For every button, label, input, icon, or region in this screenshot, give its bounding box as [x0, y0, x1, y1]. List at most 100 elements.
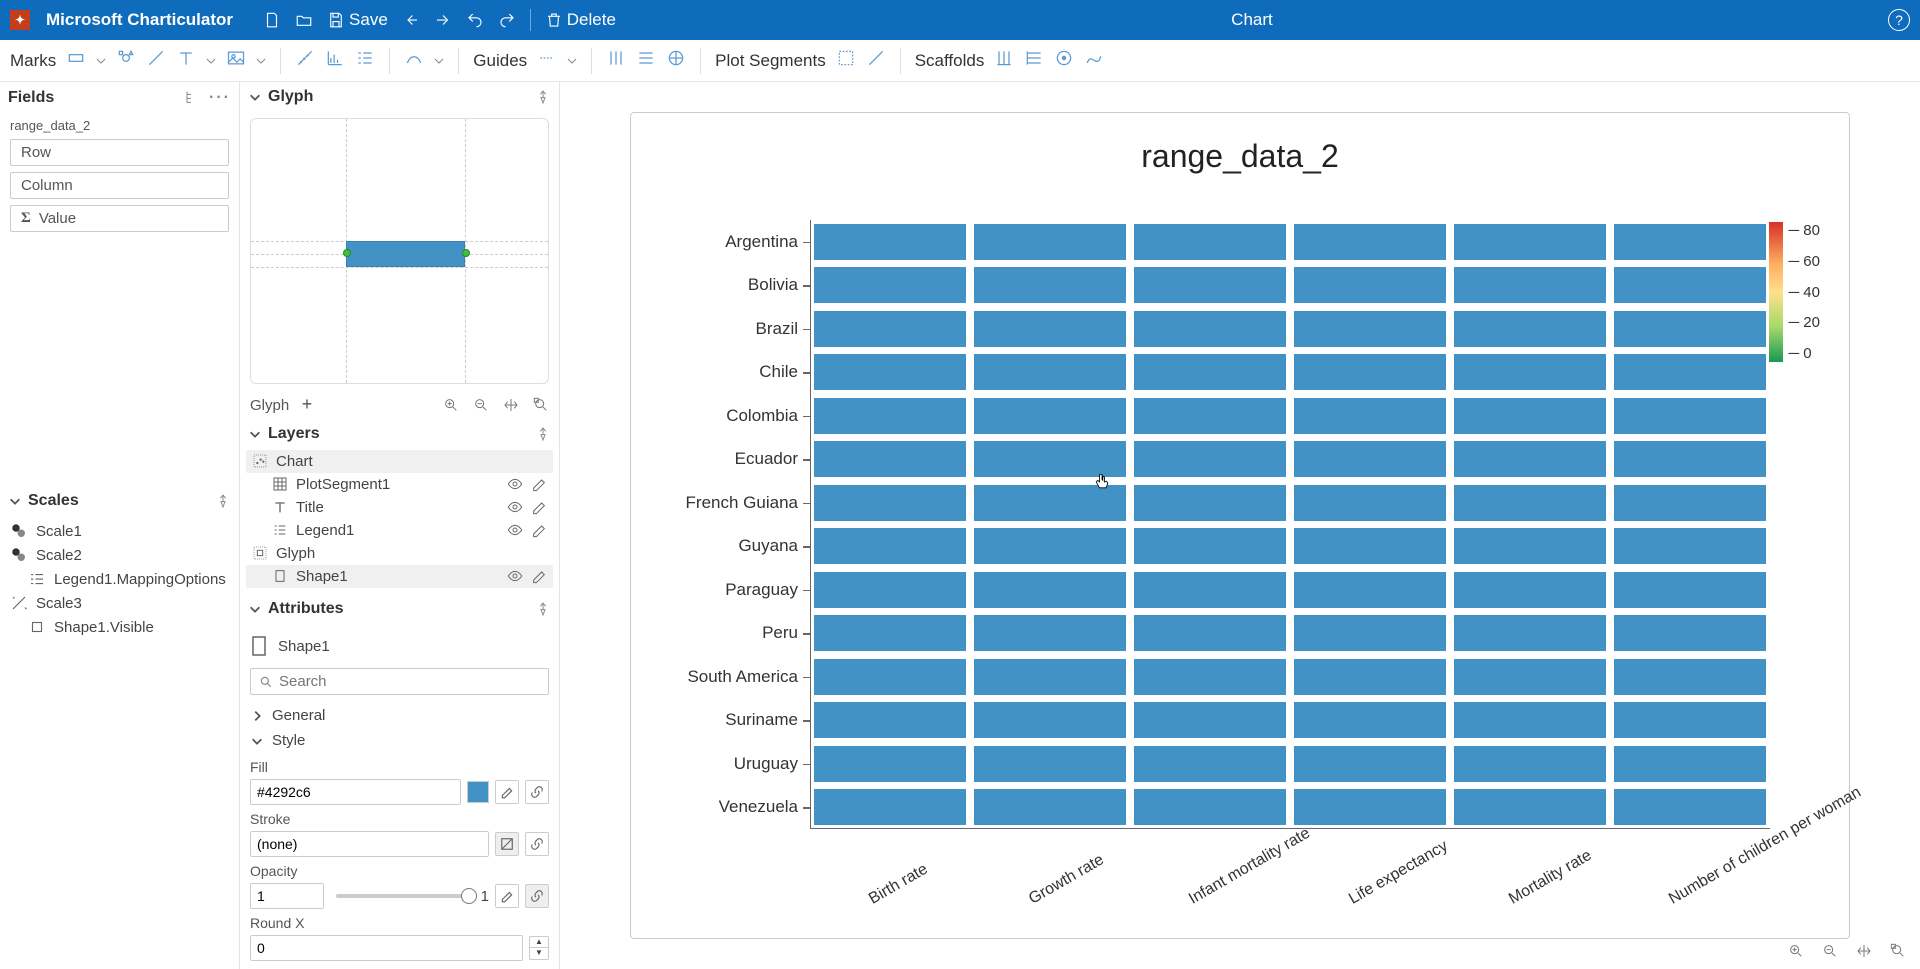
color-legend[interactable]: ─ 80─ 60─ 40─ 20─ 0 — [1769, 222, 1820, 362]
visibility-icon[interactable] — [507, 568, 523, 584]
heatmap-cell[interactable] — [1454, 485, 1606, 521]
symbol-mark-button[interactable] — [116, 48, 136, 73]
opacity-slider[interactable] — [336, 894, 469, 898]
heatmap-cell[interactable] — [974, 311, 1126, 347]
heatmap-cell[interactable] — [1454, 354, 1606, 390]
glyph-panel-header[interactable]: Glyph — [240, 82, 559, 112]
attribute-search[interactable] — [250, 668, 549, 695]
guide-x-button[interactable] — [606, 48, 626, 73]
heatmap-cell[interactable] — [974, 224, 1126, 260]
erase-icon[interactable] — [531, 476, 547, 492]
heatmap-cell[interactable] — [1294, 398, 1446, 434]
heatmap-cell[interactable] — [974, 746, 1126, 782]
rect-mark-button[interactable] — [66, 48, 86, 73]
layer-row[interactable]: Glyph — [246, 542, 553, 565]
style-section[interactable]: Style — [250, 728, 549, 753]
roundx-step-down[interactable]: ▼ — [530, 948, 548, 959]
nested-chart-button[interactable] — [325, 48, 345, 73]
legend-button[interactable] — [355, 48, 375, 73]
scale-item[interactable]: Scale3 — [10, 591, 229, 615]
heatmap-cell[interactable] — [814, 398, 966, 434]
line-mark-button[interactable] — [146, 48, 166, 73]
heatmap-cell[interactable] — [1134, 398, 1286, 434]
help-button[interactable]: ? — [1888, 9, 1910, 31]
heatmap-cell[interactable] — [1454, 311, 1606, 347]
glyph-editor[interactable] — [250, 118, 549, 384]
heatmap-cell[interactable] — [1614, 224, 1766, 260]
visibility-icon[interactable] — [507, 476, 523, 492]
heatmap-cell[interactable] — [1614, 659, 1766, 695]
fill-input[interactable] — [250, 779, 461, 805]
heatmap-cell[interactable] — [1294, 267, 1446, 303]
fields-tree-icon[interactable] — [183, 89, 199, 105]
scaffold-curve-button[interactable] — [1084, 48, 1104, 73]
heatmap-cell[interactable] — [1294, 441, 1446, 477]
pin-icon[interactable] — [535, 426, 551, 442]
pan-icon[interactable] — [503, 397, 519, 413]
guide-y-button[interactable] — [537, 48, 557, 73]
layer-row[interactable]: Chart — [246, 450, 553, 473]
new-file-button[interactable] — [263, 11, 281, 29]
pin-icon[interactable] — [215, 493, 231, 509]
heatmap-cell[interactable] — [974, 615, 1126, 651]
heatmap-cell[interactable] — [814, 441, 966, 477]
fields-more-icon[interactable]: ··· — [209, 89, 231, 107]
open-file-button[interactable] — [295, 11, 313, 29]
heatmap-cell[interactable] — [1134, 789, 1286, 825]
heatmap-cell[interactable] — [1134, 267, 1286, 303]
heatmap-cell[interactable] — [1134, 224, 1286, 260]
guide-grid-button[interactable] — [636, 48, 656, 73]
data-axis-button[interactable] — [295, 48, 315, 73]
roundx-step-up[interactable]: ▲ — [530, 937, 548, 948]
heatmap-cell[interactable] — [974, 528, 1126, 564]
search-input[interactable] — [279, 673, 540, 690]
heatmap-cell[interactable] — [1134, 702, 1286, 738]
attributes-panel-header[interactable]: Attributes — [240, 594, 559, 624]
heatmap-cell[interactable] — [1294, 485, 1446, 521]
stroke-input[interactable] — [250, 831, 489, 857]
general-section[interactable]: General — [250, 703, 549, 728]
chart-title[interactable]: range_data_2 — [560, 138, 1920, 175]
erase-icon[interactable] — [531, 568, 547, 584]
fill-bind-button[interactable] — [525, 780, 549, 804]
layer-row[interactable]: Legend1 — [246, 519, 553, 542]
heatmap-cell[interactable] — [1454, 224, 1606, 260]
layer-row[interactable]: PlotSegment1 — [246, 473, 553, 496]
heatmap-cell[interactable] — [814, 311, 966, 347]
chart-canvas[interactable]: range_data_2 ArgentinaBoliviaBrazilChile… — [560, 82, 1920, 969]
heatmap-cell[interactable] — [1454, 746, 1606, 782]
glyph-tab[interactable]: Glyph — [250, 397, 289, 414]
scale-item[interactable]: Legend1.MappingOptions — [10, 567, 229, 591]
scale-item[interactable]: Shape1.Visible — [10, 615, 229, 639]
redo-button[interactable] — [498, 11, 516, 29]
scaffold-h-button[interactable] — [1024, 48, 1044, 73]
canvas-zoom-fit-icon[interactable] — [1890, 943, 1906, 959]
fill-swatch[interactable] — [467, 781, 489, 803]
heatmap-cell[interactable] — [814, 485, 966, 521]
heatmap-cell[interactable] — [1614, 528, 1766, 564]
heatmap-cell[interactable] — [974, 398, 1126, 434]
chevron-down-icon[interactable] — [206, 56, 216, 66]
heatmap-cell[interactable] — [1294, 528, 1446, 564]
add-glyph-button[interactable]: + — [302, 394, 313, 414]
heatmap-cell[interactable] — [1294, 789, 1446, 825]
heatmap-cell[interactable] — [974, 354, 1126, 390]
heatmap-cell[interactable] — [814, 528, 966, 564]
save-button[interactable]: Save — [327, 10, 388, 30]
region-2d-button[interactable] — [836, 48, 856, 73]
heatmap-cell[interactable] — [974, 267, 1126, 303]
heatmap-cell[interactable] — [974, 702, 1126, 738]
heatmap-cell[interactable] — [814, 659, 966, 695]
heatmap-cell[interactable] — [1454, 572, 1606, 608]
stroke-bind-button[interactable] — [525, 832, 549, 856]
heatmap-cell[interactable] — [1454, 615, 1606, 651]
heatmap-cell[interactable] — [1454, 659, 1606, 695]
heatmap-cell[interactable] — [1294, 572, 1446, 608]
zoom-fit-icon[interactable] — [533, 397, 549, 413]
scale-item[interactable]: Scale1 — [10, 519, 229, 543]
heatmap-cell[interactable] — [1614, 267, 1766, 303]
opacity-input[interactable] — [250, 883, 324, 909]
heatmap-cell[interactable] — [1134, 572, 1286, 608]
pin-icon[interactable] — [535, 601, 551, 617]
heatmap-cell[interactable] — [1454, 398, 1606, 434]
